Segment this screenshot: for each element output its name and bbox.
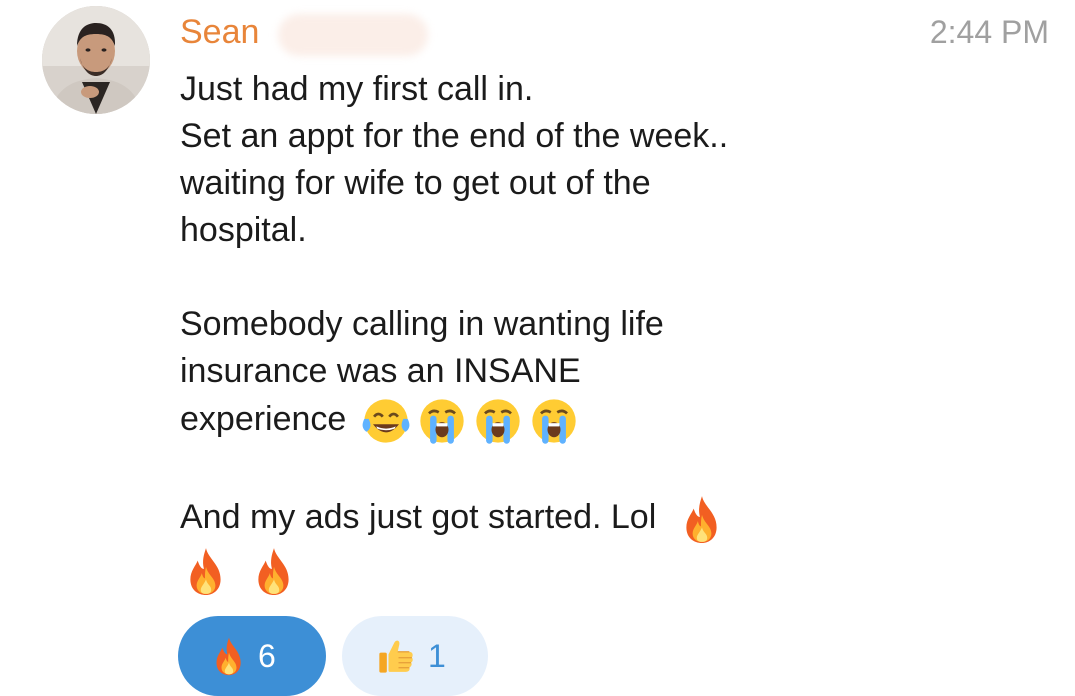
fire-emoji — [212, 636, 246, 676]
sender-name[interactable]: Sean — [180, 10, 259, 54]
thumbs-up-emoji — [376, 636, 416, 676]
crying-face-emoji — [528, 395, 580, 447]
message-line: Set an appt for the end of the week.. — [180, 117, 729, 155]
message-line-text: experience — [180, 399, 347, 438]
crying-face-emoji — [416, 395, 468, 447]
reaction-fire-button[interactable]: 6 — [178, 616, 326, 696]
emoji-group — [180, 546, 860, 596]
reaction-count: 6 — [258, 638, 276, 674]
message-line: insurance was an INSANE — [180, 352, 581, 390]
emoji-group — [356, 395, 580, 447]
message-timestamp: 2:44 PM — [929, 14, 1049, 50]
avatar[interactable] — [42, 6, 150, 114]
avatar-photo — [42, 6, 150, 114]
redacted-surname — [278, 14, 428, 56]
fire-emoji — [184, 546, 228, 596]
message-line: Just had my first call in. — [180, 70, 534, 108]
crying-face-emoji — [472, 395, 524, 447]
message-line: waiting for wife to get out of the — [180, 164, 651, 202]
message-line: Somebody calling in wanting life — [180, 305, 664, 343]
reaction-count: 1 — [428, 638, 446, 674]
message-line-with-emojis: And my ads just got started. Lol — [180, 494, 860, 544]
message-line-text: And my ads just got started. Lol — [180, 498, 657, 536]
message-text: Just had my first call in. Set an appt f… — [180, 66, 860, 596]
tears-of-joy-emoji — [360, 395, 412, 447]
fire-emoji — [680, 494, 724, 544]
message-line-with-emojis: experience — [180, 395, 860, 447]
reaction-thumbs-up-button[interactable]: 1 — [342, 616, 488, 696]
message-line: hospital. — [180, 211, 307, 249]
fire-emoji — [252, 546, 296, 596]
